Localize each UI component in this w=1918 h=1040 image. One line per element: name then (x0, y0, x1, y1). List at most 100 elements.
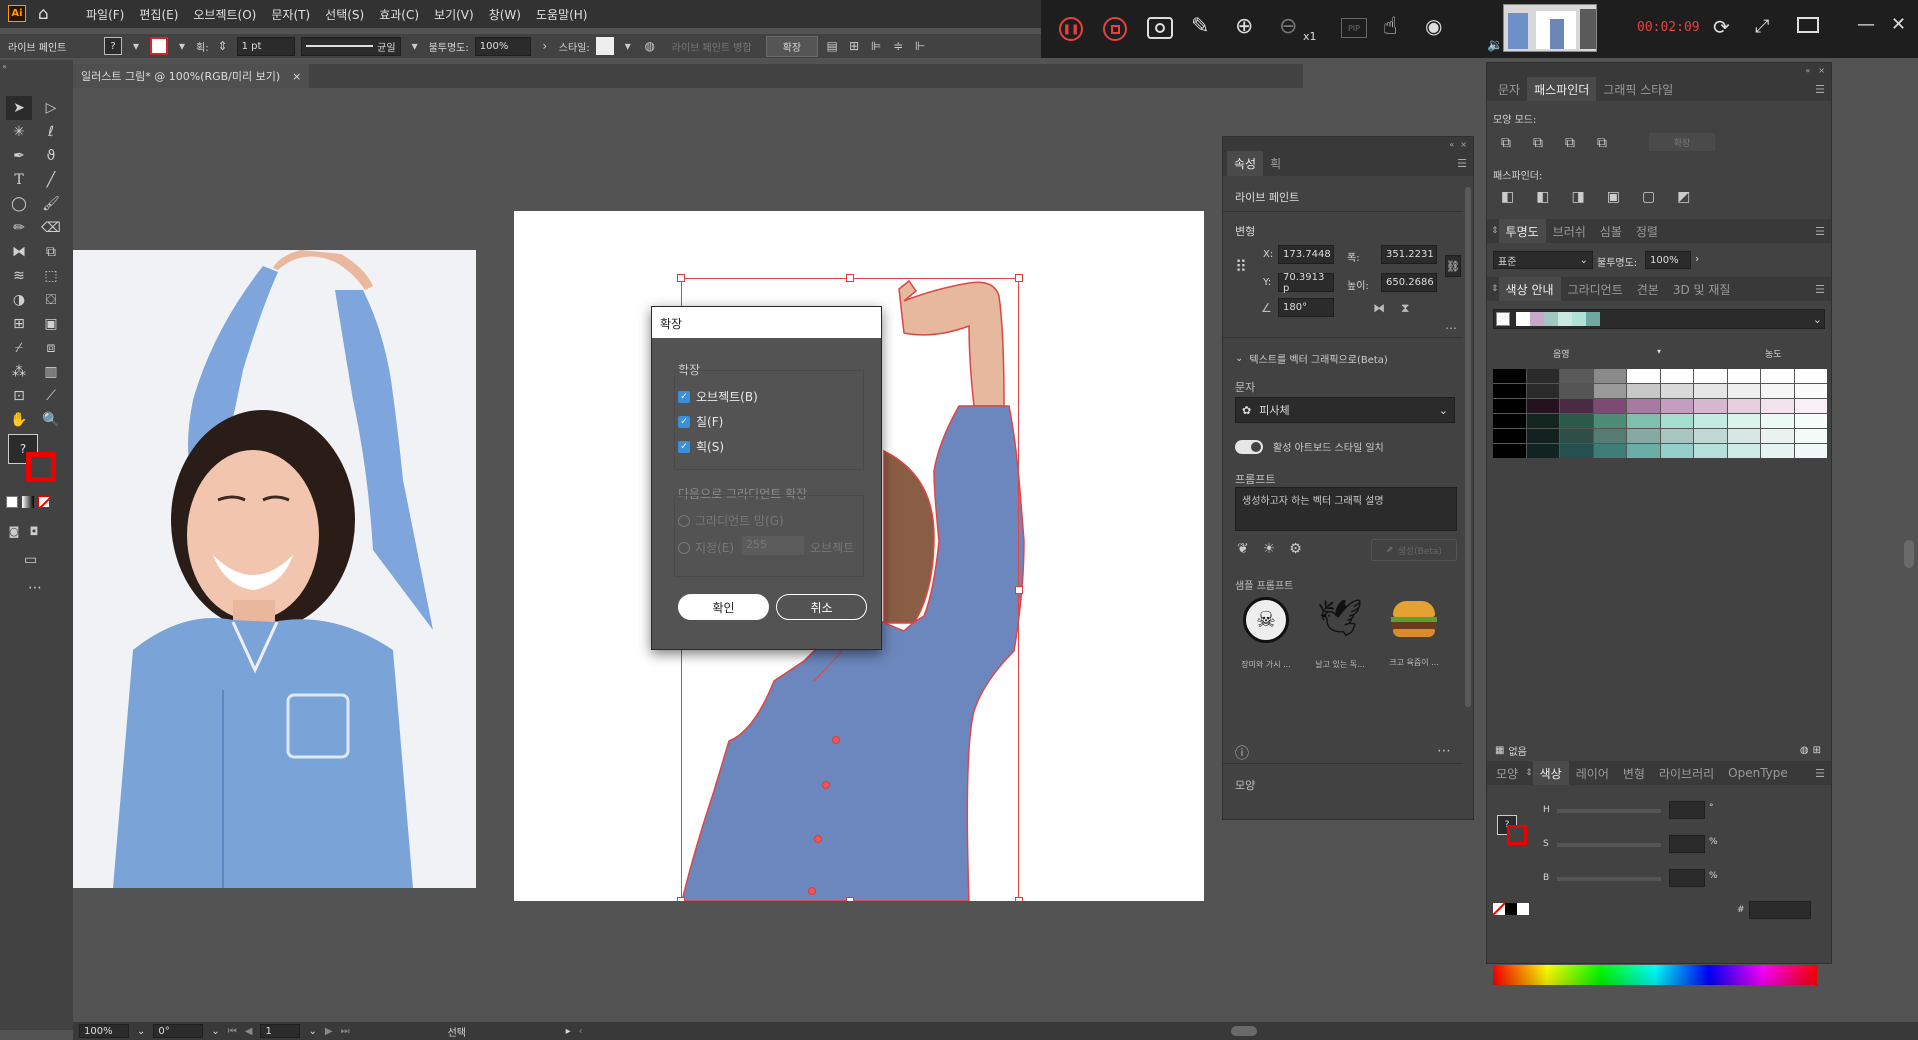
color-variation-swatch[interactable] (1660, 384, 1693, 398)
divide-icon[interactable]: ◧ (1501, 189, 1514, 205)
handle-top-left[interactable] (677, 274, 685, 282)
generate-button[interactable]: ⬈ 생성(Beta) (1371, 539, 1457, 561)
menu-window[interactable]: 창(W) (489, 6, 521, 23)
tab-pathfinder[interactable]: 패스파인더 (1527, 77, 1597, 101)
opacity-arrow-icon[interactable]: › (537, 39, 553, 53)
unite-icon[interactable]: ⧉ (1501, 135, 1511, 151)
save-group-icon[interactable]: ⊞ (1813, 745, 1821, 756)
opacity-input[interactable]: 100% (474, 36, 531, 56)
color-variation-swatch[interactable] (1660, 399, 1693, 413)
transform-more-icon[interactable]: ⋯ (1445, 321, 1457, 335)
white-color-icon[interactable] (1517, 903, 1529, 915)
color-variation-swatch[interactable] (1660, 414, 1693, 428)
gradient-mode-icon[interactable] (22, 496, 34, 508)
chevron-down-icon[interactable]: ⌄ (137, 1026, 145, 1037)
line-tool-icon[interactable]: ╱ (38, 168, 64, 192)
color-variation-swatch[interactable] (1593, 444, 1626, 458)
menu-select[interactable]: 선택(S) (325, 6, 364, 23)
tab-character[interactable]: 문자 (1491, 77, 1527, 101)
settings-gear-icon[interactable]: ⚙ (1289, 541, 1302, 557)
refresh-icon[interactable]: ⟳ (1713, 15, 1730, 39)
handle-top-center[interactable] (846, 274, 854, 282)
home-icon[interactable]: ⌂ (38, 4, 58, 24)
harmony-swatch[interactable] (1544, 312, 1558, 326)
color-variation-swatch[interactable] (1694, 444, 1727, 458)
scroll-left-icon[interactable]: ‹ (579, 1026, 583, 1037)
color-variation-swatch[interactable] (1727, 429, 1760, 443)
tab-align[interactable]: 정렬 (1629, 219, 1665, 243)
screen-mode-icon[interactable]: ▭ (24, 552, 37, 568)
tab-3d-materials[interactable]: 3D 및 재질 (1666, 277, 1738, 301)
recolor-icon[interactable]: ◍ (642, 39, 658, 53)
harmony-swatch[interactable] (1558, 312, 1572, 326)
fill-swatch[interactable]: ? (104, 37, 122, 55)
handle-bottom-left[interactable] (677, 897, 685, 901)
tab-brushes[interactable]: 브러쉬 (1546, 219, 1593, 243)
color-variation-swatch[interactable] (1694, 429, 1727, 443)
gradient-mesh-radio[interactable]: 그라디언트 망(G) (678, 512, 784, 529)
width-input[interactable]: 351.2231 (1381, 245, 1437, 264)
trim-icon[interactable]: ◧ (1536, 189, 1549, 205)
color-variation-swatch[interactable] (1761, 444, 1794, 458)
status-arrow-icon[interactable]: ▸ (566, 1026, 571, 1037)
color-guide-menu-icon[interactable]: ☰ (1815, 283, 1831, 296)
stroke-weight-stepper[interactable]: ⇕ (215, 39, 231, 53)
hex-input[interactable] (1749, 901, 1811, 919)
hand-tool-icon[interactable]: ✋ (6, 408, 32, 432)
color-variation-swatch[interactable] (1493, 429, 1526, 443)
color-variation-swatch[interactable] (1694, 369, 1727, 383)
color-variation-swatch[interactable] (1493, 414, 1526, 428)
tab-opentype[interactable]: OpenType (1721, 761, 1795, 785)
pencil-icon[interactable]: ✎ (1191, 14, 1209, 39)
none-mode-icon[interactable] (38, 496, 50, 508)
color-variation-swatch[interactable] (1560, 369, 1593, 383)
color-variation-swatch[interactable] (1660, 444, 1693, 458)
eyedropper-tool-icon[interactable]: ⌿ (6, 336, 32, 360)
document-setup-icon[interactable]: ▤ (824, 39, 840, 53)
lasso-tool-icon[interactable]: ℓ (38, 120, 64, 144)
merge-icon[interactable]: ◨ (1571, 189, 1584, 205)
properties-scrollbar[interactable] (1465, 187, 1471, 707)
harmony-swatch[interactable] (1530, 312, 1544, 326)
live-paint-bucket-icon[interactable]: ⛋ (38, 288, 64, 312)
color-variation-swatch[interactable] (1627, 384, 1660, 398)
pip-icon[interactable]: PIP (1341, 18, 1367, 38)
handle-top-right[interactable] (1015, 274, 1023, 282)
color-variation-grid[interactable] (1493, 369, 1827, 458)
zoom-in-icon[interactable]: ⊕ (1235, 14, 1253, 39)
live-paint-merge-button[interactable]: 라이브 페인트 병합 (664, 39, 760, 54)
color-variation-swatch[interactable] (1794, 414, 1827, 428)
next-artboard-icon[interactable]: ▶ (325, 1026, 333, 1037)
color-variation-swatch[interactable] (1526, 399, 1559, 413)
tab-symbols[interactable]: 심볼 (1593, 219, 1629, 243)
prev-artboard-icon[interactable]: ◀ (245, 1026, 253, 1037)
active-style-toggle[interactable] (1235, 439, 1263, 454)
rotation-input[interactable]: 0° (153, 1024, 204, 1038)
color-variation-swatch[interactable] (1526, 444, 1559, 458)
color-variation-swatch[interactable] (1593, 414, 1626, 428)
h-input[interactable] (1669, 801, 1705, 819)
exclude-icon[interactable]: ⧉ (1597, 135, 1607, 151)
capture-region-icon[interactable]: ⤢ (1755, 16, 1769, 37)
curvature-tool-icon[interactable]: ϑ (38, 144, 64, 168)
properties-menu-icon[interactable]: ☰ (1457, 157, 1473, 170)
free-transform-tool-icon[interactable]: ⬚ (38, 264, 64, 288)
ellipse-tool-icon[interactable]: ◯ (6, 192, 32, 216)
color-variation-swatch[interactable] (1627, 429, 1660, 443)
height-input[interactable]: 650.2686 (1381, 273, 1437, 292)
fill-dropdown-icon[interactable]: ▾ (128, 39, 144, 53)
last-artboard-icon[interactable]: ⏭ (341, 1026, 350, 1037)
document-close-icon[interactable]: × (292, 70, 301, 83)
gradient-tool-icon[interactable]: ▣ (38, 312, 64, 336)
color-variation-swatch[interactable] (1727, 444, 1760, 458)
style-picker-icon[interactable]: ❦ (1237, 541, 1249, 557)
expand-dialog-titlebar[interactable]: 확장 (652, 307, 881, 338)
tab-transform[interactable]: 변형 (1616, 761, 1652, 785)
sample-skull-rose[interactable]: ☠ 장미와 가시 ... (1235, 597, 1297, 670)
prompt-textarea[interactable]: 생성하고자 하는 벡터 그래픽 설명 (1235, 487, 1457, 531)
stroke-weight-input[interactable]: 1 pt (236, 36, 295, 56)
flip-horizontal-icon[interactable]: ⧓ (1373, 301, 1385, 315)
color-variation-swatch[interactable] (1761, 429, 1794, 443)
color-variation-swatch[interactable] (1627, 369, 1660, 383)
preview-thumbnail[interactable] (1503, 4, 1597, 52)
